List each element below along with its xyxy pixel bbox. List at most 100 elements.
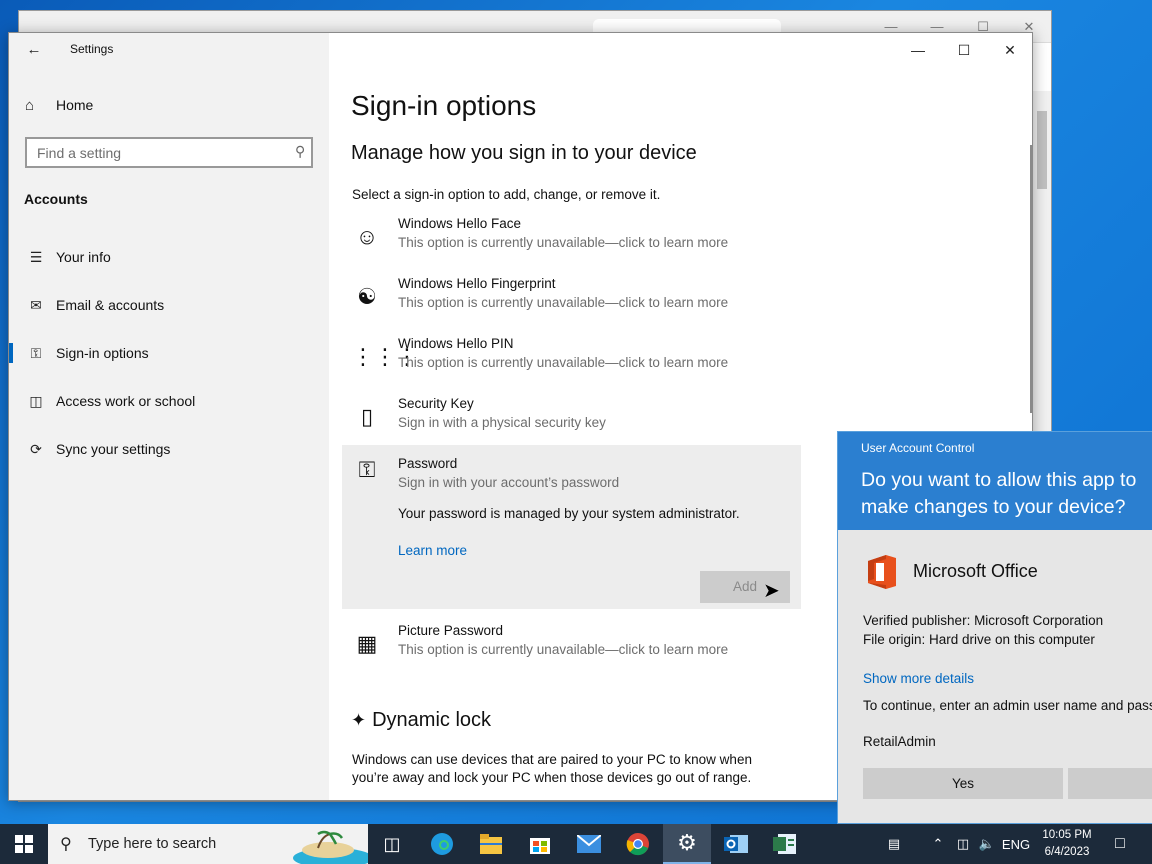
dynamic-lock-icon: ✦ [351, 710, 367, 730]
notifications-icon[interactable]: □ [1104, 824, 1136, 864]
folder-icon [480, 834, 502, 854]
close-icon[interactable]: ✕ [995, 39, 1025, 61]
dynamic-lock-title: Dynamic lock [372, 709, 492, 731]
taskbar-search-input[interactable]: ⚲ Type here to search [48, 824, 368, 864]
language-indicator[interactable]: ENG [1000, 824, 1032, 864]
chrome-logo-icon [626, 833, 649, 856]
search-input[interactable]: Find a setting ⚲ [25, 137, 313, 168]
fingerprint-icon: ☯ [357, 284, 377, 309]
option-title: Password [398, 456, 458, 471]
option-password[interactable]: ⚿ Password Sign in with your account’s p… [342, 445, 801, 609]
selection-indicator [9, 343, 13, 363]
file-explorer-icon[interactable] [467, 824, 515, 864]
option-title: Picture Password [398, 623, 504, 638]
gear-icon: ⚙ [677, 830, 697, 855]
uac-header: User Account Control Do you want to allo… [838, 432, 1152, 530]
learn-more-link[interactable]: Learn more [398, 543, 467, 558]
clock-time: 10:05 PM [1042, 829, 1092, 841]
yes-button[interactable]: Yes [863, 768, 1063, 799]
selection-indicator [9, 439, 13, 459]
maximize-icon[interactable]: ☐ [949, 39, 979, 61]
volume-muted-icon[interactable]: 🔈 [976, 824, 998, 864]
option-windows-hello-face[interactable]: ☺ Windows Hello Face This option is curr… [342, 216, 801, 266]
selection-indicator [9, 391, 13, 411]
option-windows-hello-pin[interactable]: ⋮⋮⋮ Windows Hello PIN This option is cur… [342, 336, 801, 386]
task-view-icon[interactable]: ◫ [368, 824, 416, 864]
edge-logo-icon [431, 833, 453, 855]
windows-logo-icon [15, 835, 33, 853]
edge-browser-icon[interactable] [418, 824, 466, 864]
dynamic-lock-text: Windows can use devices that are paired … [352, 752, 752, 785]
sidebar-item-label: Access work or school [56, 393, 196, 409]
search-icon: ⚲ [60, 836, 72, 853]
option-description: This option is currently unavailable—cli… [398, 642, 729, 657]
start-button[interactable] [0, 824, 48, 864]
mail-envelope-icon [577, 835, 601, 853]
option-description: This option is currently unavailable—cli… [398, 235, 729, 250]
search-placeholder: Find a setting [37, 145, 122, 161]
option-description: Sign in with your account’s password [398, 475, 620, 490]
sidebar: ← Settings ⌂ Home Find a setting ⚲ Accou… [9, 33, 329, 800]
office-document-icon[interactable] [761, 824, 809, 864]
option-title: Windows Hello Fingerprint [398, 276, 556, 291]
usb-key-icon: ▯ [360, 404, 374, 429]
pin-keypad-icon: ⋮⋮⋮ [352, 344, 418, 369]
clock[interactable]: 10:05 PM 6/4/2023 [1030, 827, 1104, 861]
store-icon[interactable] [516, 824, 564, 864]
key-icon: ⚿ [30, 344, 42, 361]
briefcase-icon: ◫ [29, 392, 43, 409]
sidebar-item-label: Sync your settings [56, 441, 171, 457]
option-description: Sign in with a physical security key [398, 415, 606, 430]
sidebar-item-sign-in-options[interactable]: ⚿ Sign-in options [9, 333, 329, 373]
chrome-browser-icon[interactable] [614, 824, 662, 864]
no-button[interactable] [1068, 768, 1152, 799]
scrollbar-thumb[interactable] [1037, 111, 1047, 189]
sync-icon: ⟳ [30, 440, 42, 457]
sidebar-item-label: Email & accounts [56, 297, 165, 313]
picture-icon: ▦ [356, 631, 378, 656]
outlook-app-icon[interactable] [712, 824, 760, 864]
sidebar-item-home[interactable]: ⌂ Home [25, 95, 93, 115]
sidebar-item-your-info[interactable]: ☰ Your info [9, 237, 329, 277]
sidebar-item-sync[interactable]: ⟳ Sync your settings [9, 429, 329, 469]
file-origin-text: File origin: Hard drive on this computer [863, 632, 1095, 647]
password-key-icon: ⚿ [358, 457, 376, 482]
selection-indicator [9, 247, 13, 267]
option-windows-hello-fingerprint[interactable]: ☯ Windows Hello Fingerprint This option … [342, 276, 801, 326]
option-description: This option is currently unavailable—cli… [398, 355, 729, 370]
sidebar-item-label: Home [56, 97, 94, 113]
person-list-icon: ☰ [29, 248, 43, 265]
option-security-key[interactable]: ▯ Security Key Sign in with a physical s… [342, 396, 801, 446]
network-icon[interactable]: ◫ [952, 824, 974, 864]
mouse-cursor-icon: ➤ [763, 580, 780, 602]
scrollbar[interactable] [1030, 145, 1032, 413]
settings-app-icon[interactable]: ⚙ [663, 824, 711, 864]
admin-user-name: RetailAdmin [863, 734, 936, 749]
password-note: Your password is managed by your system … [398, 506, 740, 521]
option-title: Windows Hello Face [398, 216, 522, 231]
sidebar-item-email-accounts[interactable]: ✉ Email & accounts [9, 285, 329, 325]
uac-title: User Account Control [861, 441, 975, 455]
minimize-icon[interactable]: — [903, 39, 933, 61]
sidebar-item-access-work[interactable]: ◫ Access work or school [9, 381, 329, 421]
app-title: Settings [70, 42, 114, 56]
mail-app-icon[interactable] [565, 824, 613, 864]
search-highlight-image [288, 828, 368, 864]
continue-instruction: To continue, enter an admin user name an… [863, 698, 1152, 713]
outlook-logo-icon [724, 835, 748, 853]
home-icon: ⌂ [25, 96, 35, 114]
mail-icon: ✉ [30, 296, 42, 313]
show-more-details-link[interactable]: Show more details [863, 671, 974, 686]
document-app-icon [773, 834, 796, 854]
option-title: Windows Hello PIN [398, 336, 514, 351]
chevron-up-icon[interactable]: ⌃ [928, 824, 948, 864]
intro-text: Select a sign-in option to add, change, … [352, 187, 661, 202]
option-picture-password[interactable]: ▦ Picture Password This option is curren… [342, 623, 801, 673]
section-heading: Accounts [24, 191, 88, 207]
taskbar: ⚲ Type here to search ◫ ⚙ ▤ ⌃ ◫ 🔈 ENG 10 [0, 824, 1152, 864]
clock-date: 6/4/2023 [1044, 846, 1090, 858]
dynamic-lock-heading: ✦ Dynamic lock [351, 709, 491, 732]
face-icon: ☺ [355, 224, 379, 249]
news-widget-icon[interactable]: ▤ [876, 824, 912, 864]
back-arrow-icon[interactable]: ← [23, 39, 45, 61]
